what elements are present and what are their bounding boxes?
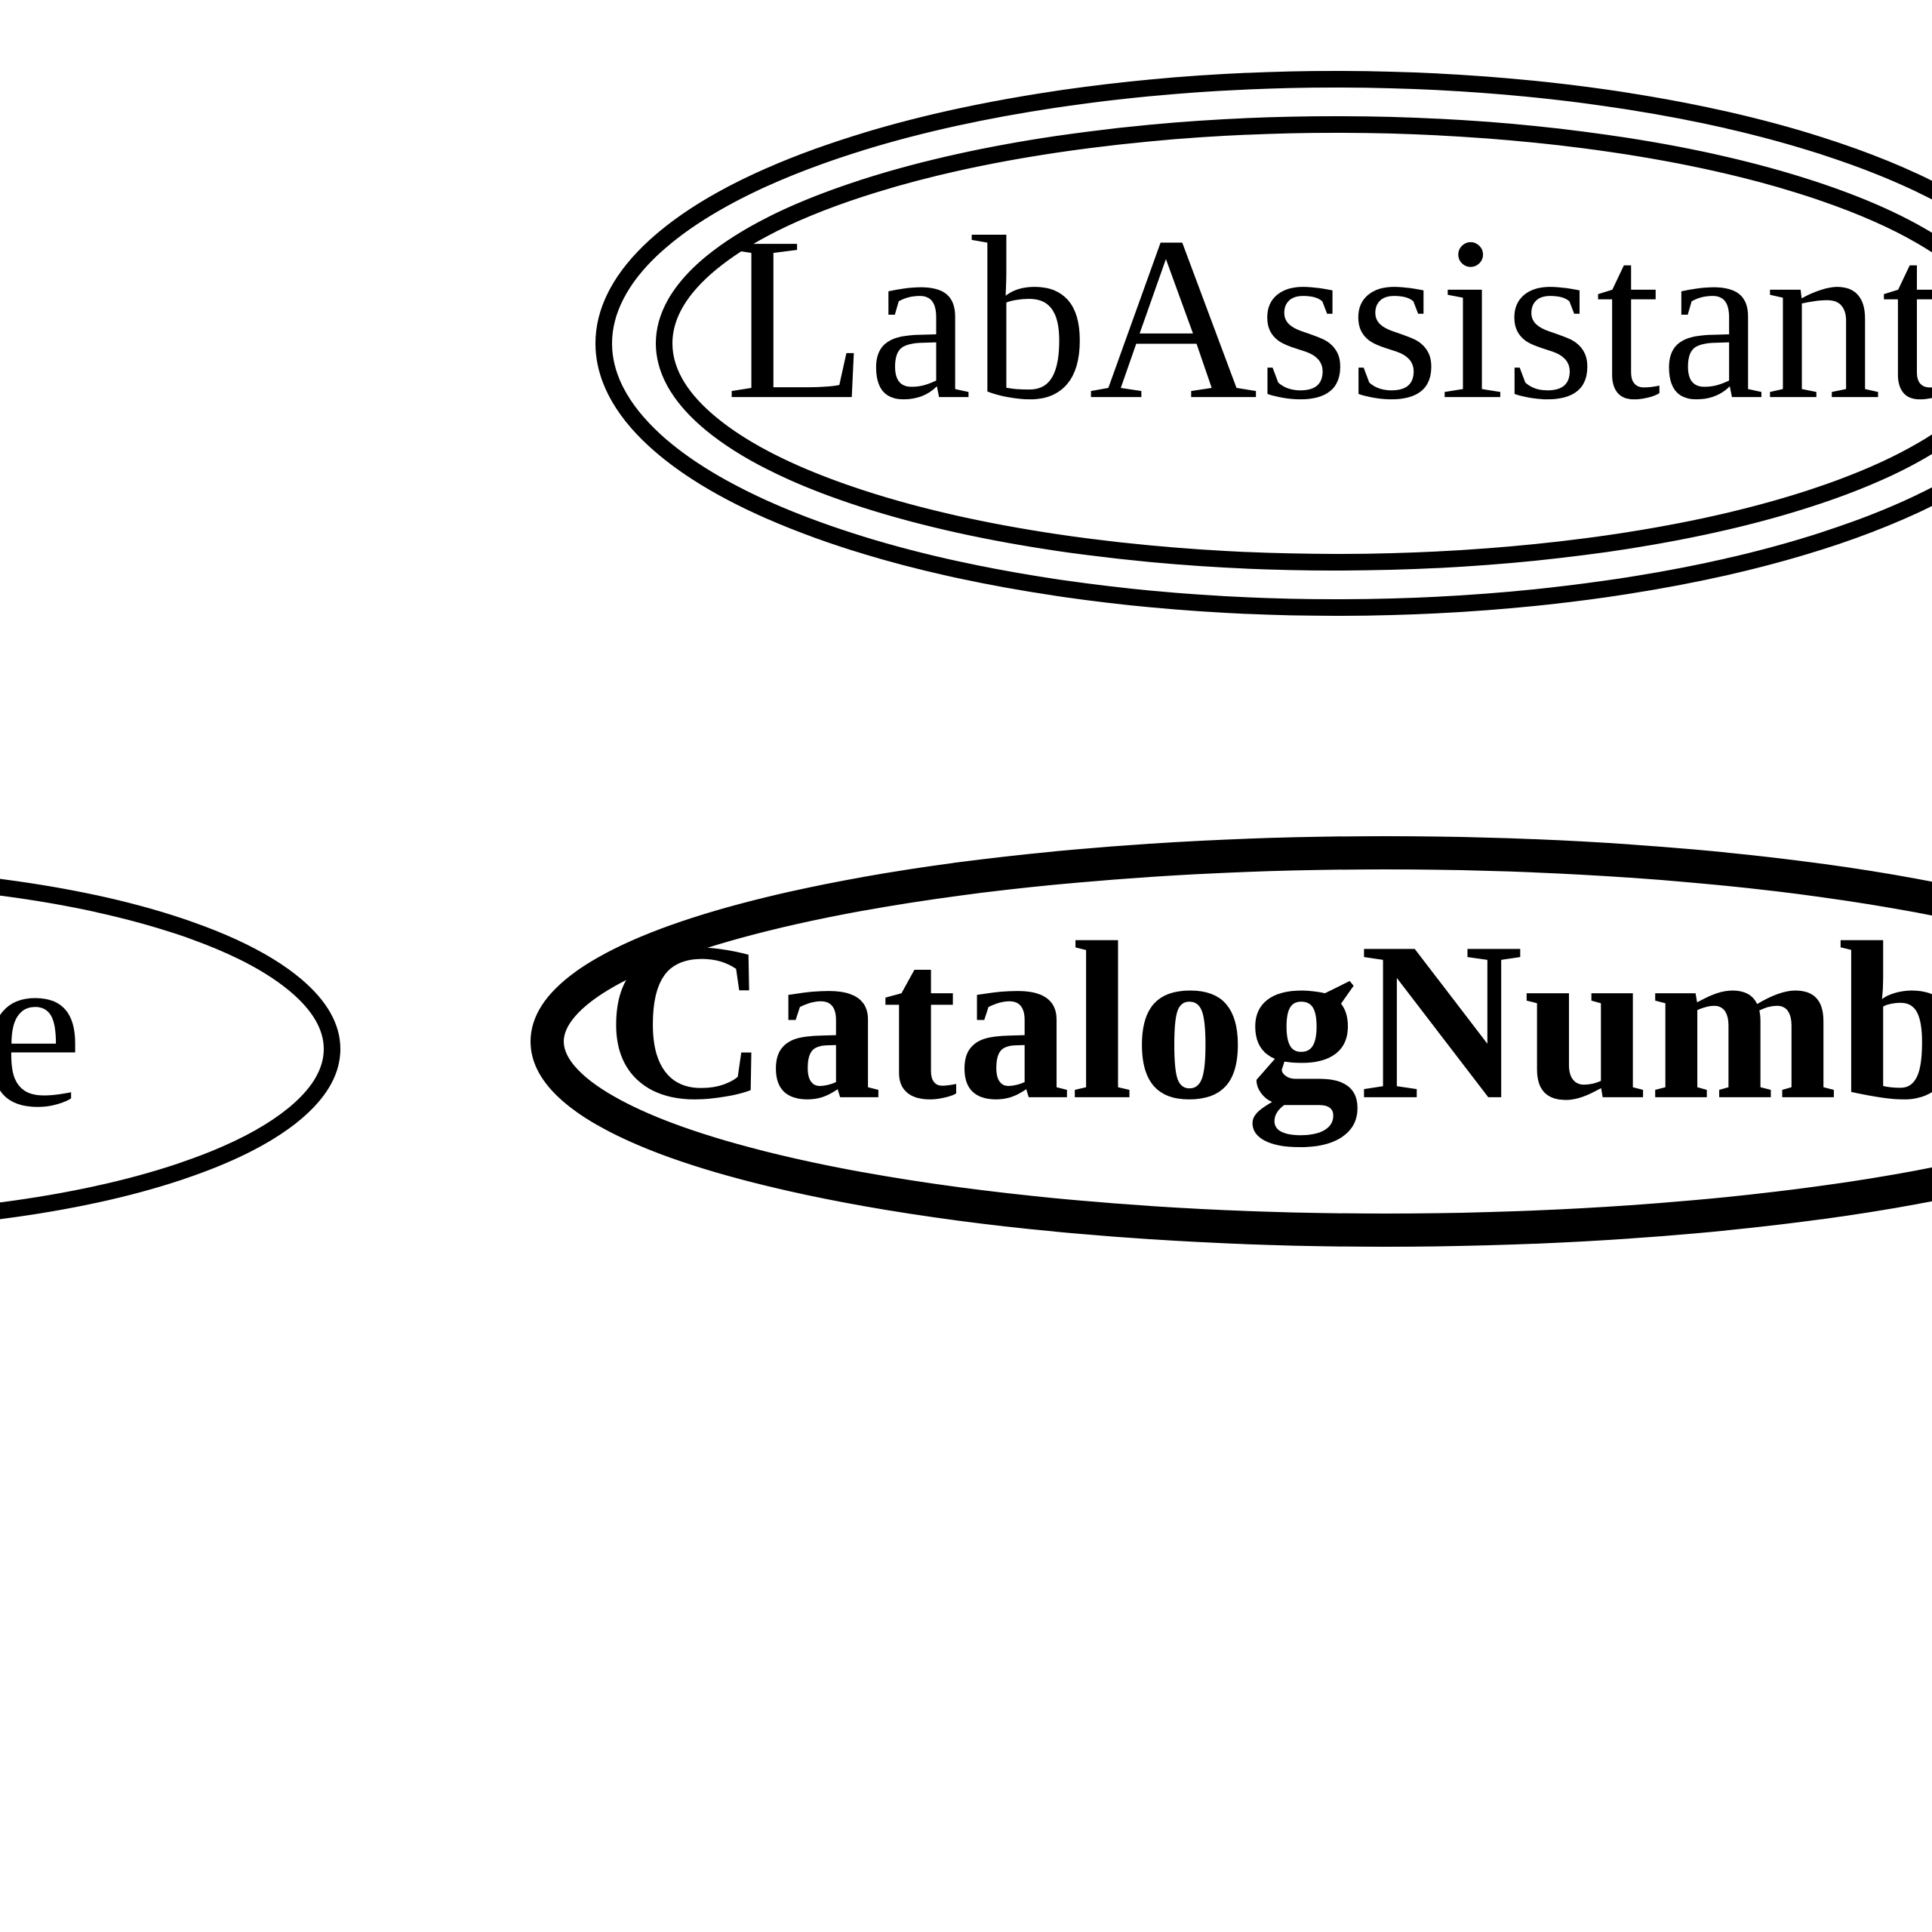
er-diagram-canvas: LabAssistant CatalogNumber de <box>0 0 1932 1932</box>
attribute-de-partial: de <box>0 875 332 1223</box>
attribute-catalog-number-label: CatalogNumber <box>605 896 1932 1150</box>
attribute-de-partial-label: de <box>0 903 83 1154</box>
entity-lab-assistant-label: LabAssistant <box>725 189 1932 448</box>
attribute-catalog-number: CatalogNumber <box>547 853 1932 1230</box>
entity-lab-assistant: LabAssistant <box>604 79 1932 608</box>
